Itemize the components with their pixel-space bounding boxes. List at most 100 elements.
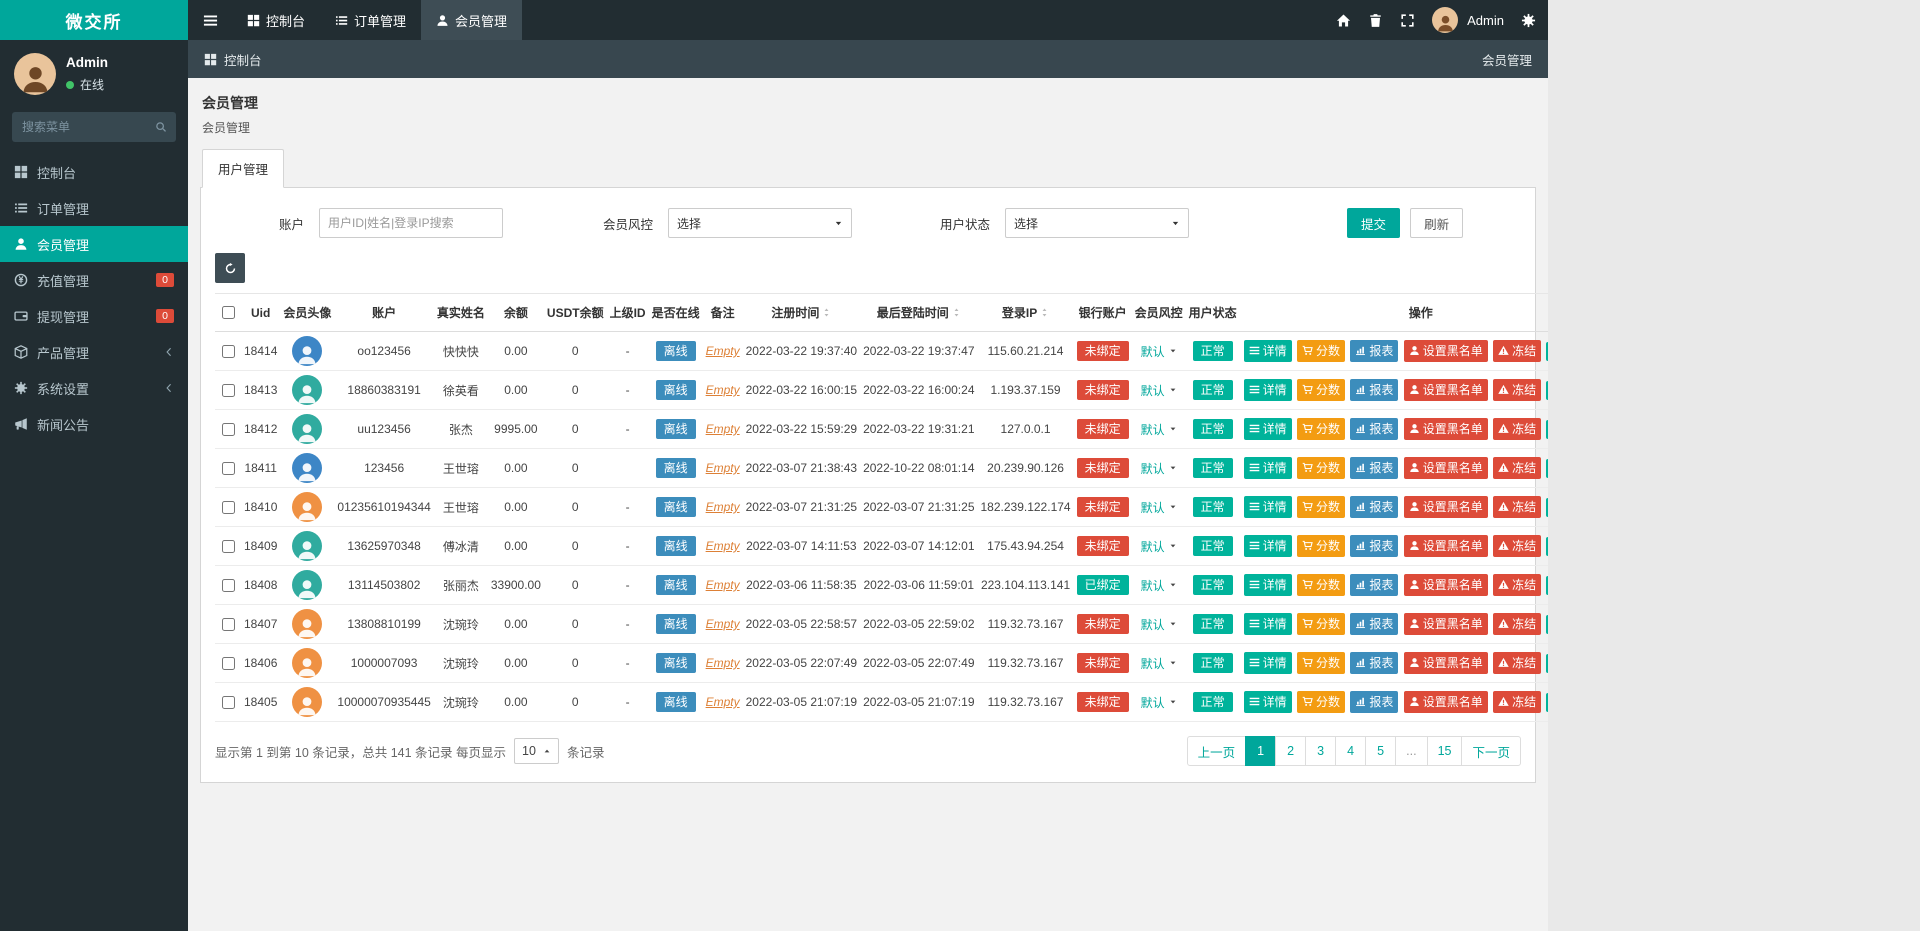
- blacklist-button[interactable]: 设置黑名单: [1404, 574, 1488, 596]
- remark-link[interactable]: Empty: [706, 617, 740, 631]
- sidebar-item-members[interactable]: 会员管理: [0, 226, 188, 262]
- page-size-select[interactable]: 10: [514, 738, 559, 764]
- edit-button[interactable]: [1546, 537, 1548, 556]
- row-checkbox[interactable]: [222, 657, 235, 670]
- remark-link[interactable]: Empty: [706, 578, 740, 592]
- topnav-item-orders[interactable]: 订单管理: [320, 0, 421, 40]
- detail-button[interactable]: 详情: [1244, 535, 1292, 557]
- row-checkbox[interactable]: [222, 462, 235, 475]
- blacklist-button[interactable]: 设置黑名单: [1404, 613, 1488, 635]
- settings-button[interactable]: [1521, 13, 1536, 28]
- account-search-input[interactable]: [319, 208, 503, 238]
- col-login-ip[interactable]: 登录IP: [978, 294, 1074, 332]
- row-checkbox[interactable]: [222, 501, 235, 514]
- risk-dropdown[interactable]: 默认: [1141, 343, 1177, 360]
- edit-button[interactable]: [1546, 420, 1548, 439]
- sidebar-toggle-button[interactable]: [188, 0, 232, 40]
- detail-button[interactable]: 详情: [1244, 691, 1292, 713]
- score-button[interactable]: 分数: [1297, 535, 1345, 557]
- edit-button[interactable]: [1546, 459, 1548, 478]
- report-button[interactable]: 报表: [1350, 574, 1398, 596]
- score-button[interactable]: 分数: [1297, 379, 1345, 401]
- blacklist-button[interactable]: 设置黑名单: [1404, 496, 1488, 518]
- detail-button[interactable]: 详情: [1244, 652, 1292, 674]
- score-button[interactable]: 分数: [1297, 496, 1345, 518]
- freeze-button[interactable]: 冻结: [1493, 535, 1541, 557]
- score-button[interactable]: 分数: [1297, 613, 1345, 635]
- freeze-button[interactable]: 冻结: [1493, 613, 1541, 635]
- topnav-item-console[interactable]: 控制台: [232, 0, 320, 40]
- reload-table-button[interactable]: [215, 253, 245, 283]
- report-button[interactable]: 报表: [1350, 652, 1398, 674]
- detail-button[interactable]: 详情: [1244, 379, 1292, 401]
- col-last-login[interactable]: 最后登陆时间: [860, 294, 977, 332]
- score-button[interactable]: 分数: [1297, 652, 1345, 674]
- remark-link[interactable]: Empty: [706, 383, 740, 397]
- detail-button[interactable]: 详情: [1244, 613, 1292, 635]
- freeze-button[interactable]: 冻结: [1493, 379, 1541, 401]
- blacklist-button[interactable]: 设置黑名单: [1404, 340, 1488, 362]
- remark-link[interactable]: Empty: [706, 539, 740, 553]
- freeze-button[interactable]: 冻结: [1493, 574, 1541, 596]
- remark-link[interactable]: Empty: [706, 344, 740, 358]
- detail-button[interactable]: 详情: [1244, 340, 1292, 362]
- col-reg-time[interactable]: 注册时间: [743, 294, 860, 332]
- clear-cache-button[interactable]: [1368, 13, 1383, 28]
- risk-dropdown[interactable]: 默认: [1141, 655, 1177, 672]
- home-button[interactable]: [1336, 13, 1351, 28]
- sidebar-item-withdraw[interactable]: 提现管理 0: [0, 298, 188, 334]
- topnav-item-members[interactable]: 会员管理: [421, 0, 522, 40]
- prev-page-button[interactable]: 上一页: [1187, 736, 1247, 766]
- submit-button[interactable]: 提交: [1347, 208, 1400, 238]
- risk-dropdown[interactable]: 默认: [1141, 694, 1177, 711]
- status-select[interactable]: 选择: [1005, 208, 1189, 238]
- remark-link[interactable]: Empty: [706, 422, 740, 436]
- remark-link[interactable]: Empty: [706, 500, 740, 514]
- risk-dropdown[interactable]: 默认: [1141, 538, 1177, 555]
- remark-link[interactable]: Empty: [706, 461, 740, 475]
- score-button[interactable]: 分数: [1297, 418, 1345, 440]
- freeze-button[interactable]: 冻结: [1493, 418, 1541, 440]
- edit-button[interactable]: [1546, 381, 1548, 400]
- score-button[interactable]: 分数: [1297, 457, 1345, 479]
- brand-logo[interactable]: 微交所: [0, 0, 188, 40]
- freeze-button[interactable]: 冻结: [1493, 652, 1541, 674]
- row-checkbox[interactable]: [222, 423, 235, 436]
- page-button-3[interactable]: 3: [1305, 736, 1336, 766]
- blacklist-button[interactable]: 设置黑名单: [1404, 418, 1488, 440]
- sidebar-item-orders[interactable]: 订单管理: [0, 190, 188, 226]
- detail-button[interactable]: 详情: [1244, 457, 1292, 479]
- blacklist-button[interactable]: 设置黑名单: [1404, 379, 1488, 401]
- report-button[interactable]: 报表: [1350, 691, 1398, 713]
- score-button[interactable]: 分数: [1297, 574, 1345, 596]
- score-button[interactable]: 分数: [1297, 340, 1345, 362]
- sidebar-item-settings[interactable]: 系统设置: [0, 370, 188, 406]
- row-checkbox[interactable]: [222, 618, 235, 631]
- report-button[interactable]: 报表: [1350, 379, 1398, 401]
- blacklist-button[interactable]: 设置黑名单: [1404, 691, 1488, 713]
- risk-dropdown[interactable]: 默认: [1141, 616, 1177, 633]
- row-checkbox[interactable]: [222, 384, 235, 397]
- menu-search-input[interactable]: [12, 112, 146, 142]
- page-button-2[interactable]: 2: [1275, 736, 1306, 766]
- row-checkbox[interactable]: [222, 540, 235, 553]
- blacklist-button[interactable]: 设置黑名单: [1404, 535, 1488, 557]
- report-button[interactable]: 报表: [1350, 340, 1398, 362]
- detail-button[interactable]: 详情: [1244, 418, 1292, 440]
- refresh-button[interactable]: 刷新: [1410, 208, 1463, 238]
- row-checkbox[interactable]: [222, 579, 235, 592]
- freeze-button[interactable]: 冻结: [1493, 496, 1541, 518]
- edit-button[interactable]: [1546, 342, 1548, 361]
- report-button[interactable]: 报表: [1350, 457, 1398, 479]
- fullscreen-button[interactable]: [1400, 13, 1415, 28]
- edit-button[interactable]: [1546, 693, 1548, 712]
- edit-button[interactable]: [1546, 498, 1548, 517]
- row-checkbox[interactable]: [222, 345, 235, 358]
- risk-dropdown[interactable]: 默认: [1141, 577, 1177, 594]
- breadcrumb[interactable]: 控制台: [204, 50, 262, 69]
- freeze-button[interactable]: 冻结: [1493, 691, 1541, 713]
- sidebar-item-products[interactable]: 产品管理: [0, 334, 188, 370]
- select-all-checkbox[interactable]: [222, 306, 235, 319]
- edit-button[interactable]: [1546, 654, 1548, 673]
- risk-select[interactable]: 选择: [668, 208, 852, 238]
